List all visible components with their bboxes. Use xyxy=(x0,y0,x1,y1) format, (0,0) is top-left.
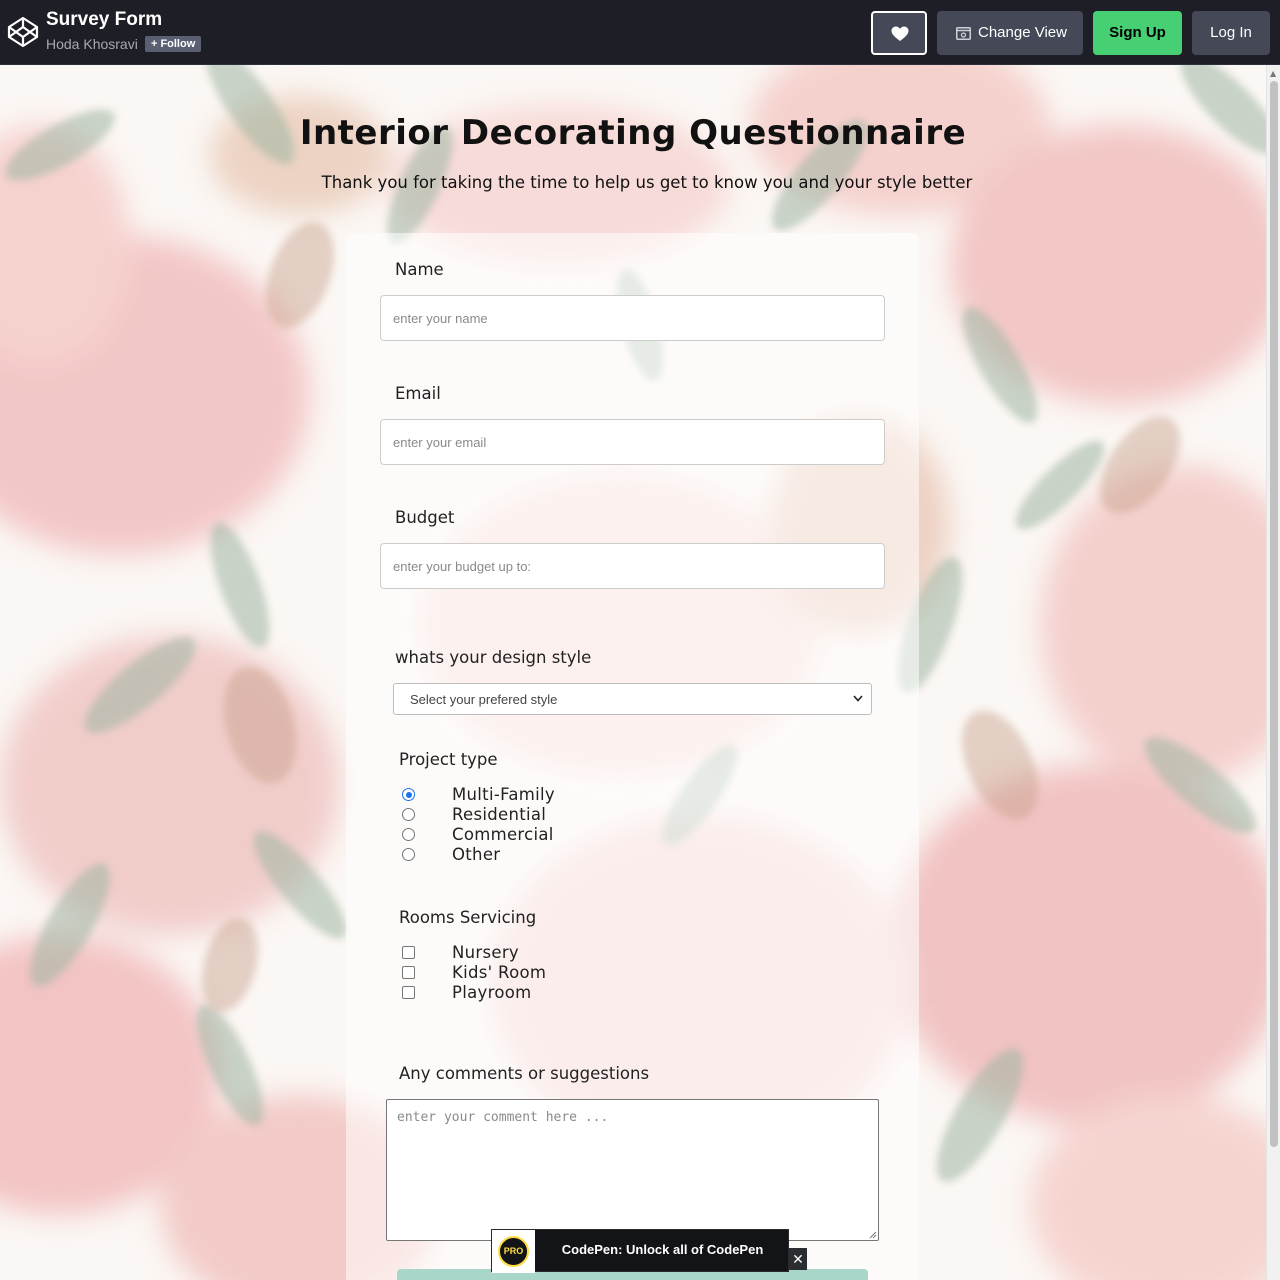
option-label: Other xyxy=(452,845,501,864)
change-view-label: Change View xyxy=(978,24,1067,41)
name-input[interactable] xyxy=(380,295,885,341)
comments-textarea[interactable] xyxy=(386,1099,879,1241)
radio-multi-family[interactable] xyxy=(402,788,415,801)
option-label: Commercial xyxy=(452,825,554,844)
pro-promo-banner[interactable]: PRO CodePen: Unlock all of CodePen xyxy=(491,1229,789,1273)
page-scrollbar[interactable]: ▲ xyxy=(1266,65,1280,1280)
budget-label: Budget xyxy=(395,508,455,527)
signup-button[interactable]: Sign Up xyxy=(1093,11,1182,55)
option-label: Kids' Room xyxy=(452,963,547,982)
pro-badge-container: PRO xyxy=(492,1230,535,1273)
follow-button[interactable]: + Follow xyxy=(145,36,202,52)
survey-form: designed by Freepik Name Email Budget wh… xyxy=(346,233,919,1280)
design-style-value: Select your prefered style xyxy=(410,692,558,707)
login-button[interactable]: Log In xyxy=(1192,11,1270,55)
pro-badge-icon: PRO xyxy=(498,1236,529,1267)
option-label: Playroom xyxy=(452,983,532,1002)
change-view-button[interactable]: Change View xyxy=(937,11,1083,55)
page-title: Interior Decorating Questionnaire xyxy=(299,113,967,153)
radio-other[interactable] xyxy=(402,848,415,861)
radio-commercial[interactable] xyxy=(402,828,415,841)
resize-grip-icon[interactable] xyxy=(869,1231,877,1239)
pen-title: Survey Form xyxy=(46,9,163,30)
plus-icon: + xyxy=(151,38,158,50)
scrollbar-thumb[interactable] xyxy=(1270,81,1278,1147)
option-label: Residential xyxy=(452,805,547,824)
codepen-logo-icon[interactable] xyxy=(7,16,39,48)
comments-label: Any comments or suggestions xyxy=(399,1064,650,1083)
rooms-label: Rooms Servicing xyxy=(399,908,537,927)
checkbox-kids-room[interactable] xyxy=(402,966,415,979)
radio-residential[interactable] xyxy=(402,808,415,821)
codepen-header: Survey Form Hoda Khosravi + Follow Change… xyxy=(0,0,1280,65)
promo-text: CodePen: Unlock all of CodePen xyxy=(561,1242,764,1257)
heart-icon xyxy=(891,26,909,41)
pro-badge-label: PRO xyxy=(503,1246,524,1256)
checkbox-nursery[interactable] xyxy=(402,946,415,959)
scroll-up-icon[interactable]: ▲ xyxy=(1270,69,1276,78)
name-label: Name xyxy=(395,260,444,279)
design-style-select[interactable]: Select your prefered style xyxy=(393,683,872,715)
chevron-down-icon xyxy=(853,695,863,702)
budget-input[interactable] xyxy=(380,543,885,589)
change-view-icon xyxy=(956,27,971,40)
email-label: Email xyxy=(395,384,441,403)
checkbox-playroom[interactable] xyxy=(402,986,415,999)
follow-label: Follow xyxy=(160,38,196,50)
option-label: Nursery xyxy=(452,943,519,962)
heart-button[interactable] xyxy=(871,11,927,55)
option-label: Multi-Family xyxy=(452,785,555,804)
design-style-label: whats your design style xyxy=(395,648,592,667)
pen-preview: ▲ Interior Decorating Questionnaire Than… xyxy=(0,65,1280,1280)
project-type-label: Project type xyxy=(399,750,498,769)
email-input[interactable] xyxy=(380,419,885,465)
author-link[interactable]: Hoda Khosravi xyxy=(46,36,138,52)
page-subtitle: Thank you for taking the time to help us… xyxy=(321,173,973,192)
close-icon[interactable]: ✕ xyxy=(789,1248,807,1270)
